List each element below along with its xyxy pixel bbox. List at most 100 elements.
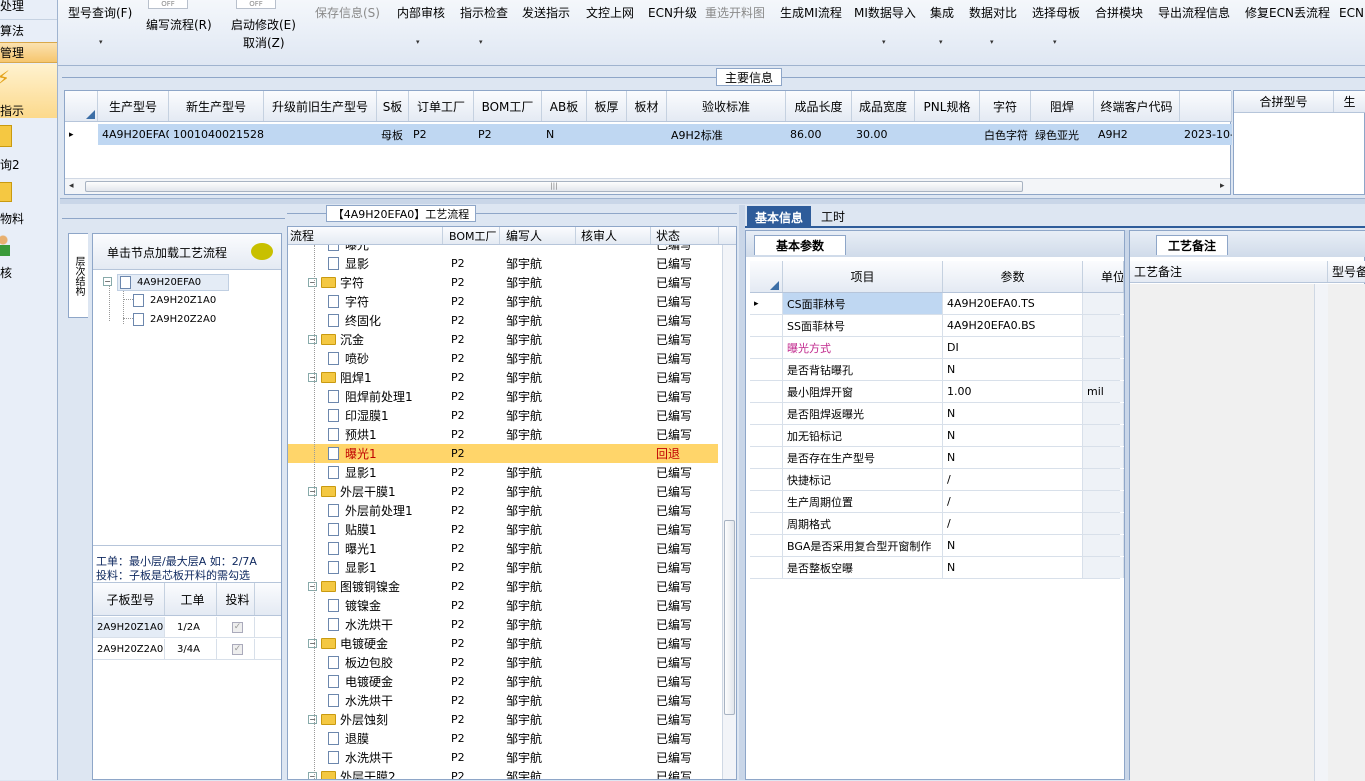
cell-standard[interactable]: A9H2标准 xyxy=(667,124,786,145)
cell-writer[interactable]: 邹宇航 xyxy=(502,311,576,330)
flow-step-name[interactable]: 板边包胶 xyxy=(328,653,443,672)
cell-old-model[interactable] xyxy=(264,124,377,145)
cell-reviewer[interactable] xyxy=(578,387,651,406)
data-compare-button[interactable]: 数据对比 xyxy=(969,4,1017,21)
cell-date[interactable]: 2023-10- xyxy=(1180,124,1232,145)
cell-item[interactable]: 生产周期位置 xyxy=(783,491,943,512)
cell-bom-factory[interactable]: P2 xyxy=(447,729,500,748)
cell-work-order[interactable]: 1/2A xyxy=(165,617,217,637)
tab-basic-info[interactable]: 基本信息 xyxy=(747,206,811,228)
collapse-icon[interactable]: − xyxy=(308,373,317,382)
flow-row[interactable]: 喷砂 P2 邹宇航 已编写 xyxy=(288,349,718,368)
cell-writer[interactable] xyxy=(502,444,576,463)
flow-step-name[interactable]: − 外层蚀刻 xyxy=(308,710,443,729)
model-query-button[interactable]: 型号查询(F) xyxy=(68,4,132,21)
cell-writer[interactable]: 邹宇航 xyxy=(502,748,576,767)
cell-writer[interactable]: 邹宇航 xyxy=(502,729,576,748)
cell-item[interactable]: 快捷标记 xyxy=(783,469,943,490)
cell-bom-factory[interactable]: P2 xyxy=(447,672,500,691)
cell-value[interactable]: N xyxy=(943,535,1083,556)
table-row[interactable]: ▸ CS面菲林号 4A9H20EFA0.TS xyxy=(750,293,1124,315)
flow-step-name[interactable]: 水洗烘干 xyxy=(328,691,443,710)
cell-bom-factory[interactable]: P2 xyxy=(447,520,500,539)
horizontal-splitter[interactable] xyxy=(60,198,1365,204)
cell-status[interactable]: 已编写 xyxy=(652,653,720,672)
table-row[interactable]: 是否背钻曝孔 N xyxy=(750,359,1124,381)
cell-item[interactable]: 加无铅标记 xyxy=(783,425,943,446)
cell-writer[interactable]: 邹宇航 xyxy=(502,710,576,729)
col-header[interactable]: 型号备 xyxy=(1328,261,1365,282)
col-header[interactable]: 新生产型号 xyxy=(169,91,264,121)
chevron-down-icon[interactable]: ▾ xyxy=(939,38,943,46)
toggle-switch[interactable]: OFF xyxy=(236,0,276,9)
flow-row[interactable]: 阻焊前处理1 P2 邹宇航 已编写 xyxy=(288,387,718,406)
collapse-icon[interactable]: − xyxy=(308,278,317,287)
generate-mi-flow-button[interactable]: 生成MI流程 xyxy=(780,4,842,21)
col-header[interactable]: 板厚 xyxy=(587,91,627,121)
flow-row[interactable]: − 电镀硬金 P2 邹宇航 已编写 xyxy=(288,634,718,653)
cell-writer[interactable]: 邹宇航 xyxy=(502,406,576,425)
cell-reviewer[interactable] xyxy=(578,482,651,501)
flow-step-name[interactable]: − 字符 xyxy=(308,273,443,292)
flow-row[interactable]: 水洗烘干 P2 邹宇航 已编写 xyxy=(288,691,718,710)
cell-unit[interactable] xyxy=(1083,359,1124,380)
cell-reviewer[interactable] xyxy=(578,425,651,444)
col-header[interactable]: 状态 xyxy=(651,227,719,244)
nav-item-data-mgmt[interactable]: 据管理 xyxy=(0,42,57,63)
col-header[interactable]: 流程 xyxy=(288,227,443,244)
table-row[interactable]: 曝光方式 DI xyxy=(750,337,1124,359)
cell-bom-factory[interactable]: P2 xyxy=(447,425,500,444)
flow-row[interactable]: 曝光1 P2 回退 xyxy=(288,444,718,463)
cell-item[interactable]: BGA是否采用复合型开窗制作 xyxy=(783,535,943,556)
cell-item[interactable]: 是否背钻曝孔 xyxy=(783,359,943,380)
cell-length[interactable]: 86.00 xyxy=(786,124,852,145)
cell-value[interactable]: 1.00 xyxy=(943,381,1083,402)
cell-writer[interactable]: 邹宇航 xyxy=(502,254,576,273)
load-flow-header[interactable]: 单击节点加载工艺流程 xyxy=(93,234,281,270)
cell-bom-factory[interactable]: P2 xyxy=(447,273,500,292)
cell-status[interactable]: 已编写 xyxy=(652,558,720,577)
cell-reviewer[interactable] xyxy=(578,710,651,729)
cell-writer[interactable]: 邹宇航 xyxy=(502,577,576,596)
cell-unit[interactable] xyxy=(1083,513,1124,534)
cell-value[interactable]: N xyxy=(943,557,1083,578)
flow-step-name[interactable]: 显影1 xyxy=(328,463,443,482)
cell-status[interactable]: 已编写 xyxy=(652,767,720,779)
cell-bom-factory[interactable]: P2 xyxy=(447,767,500,779)
cell-bom-factory[interactable] xyxy=(447,245,500,254)
cell-bom-factory[interactable]: P2 xyxy=(447,349,500,368)
cell-writer[interactable]: 邹宇航 xyxy=(502,292,576,311)
col-header[interactable]: BOM工厂 xyxy=(443,227,500,244)
cell-status[interactable]: 已编写 xyxy=(652,520,720,539)
cell-pnl[interactable] xyxy=(915,124,980,145)
chevron-down-icon[interactable]: ▾ xyxy=(990,38,994,46)
cell-reviewer[interactable] xyxy=(578,691,651,710)
tree-node-child[interactable]: 2A9H20Z2A0 xyxy=(133,311,216,328)
cell-unit[interactable] xyxy=(1083,557,1124,578)
flow-row[interactable]: 镀镍金 P2 邹宇航 已编写 xyxy=(288,596,718,615)
cell-status[interactable]: 已编写 xyxy=(652,539,720,558)
col-header[interactable]: 成品宽度 xyxy=(852,91,915,121)
feed-checkbox[interactable]: ✓ xyxy=(232,643,243,655)
table-row[interactable]: ▸ 4A9H20EFA0 10010400215283 母板 P2 P2 N A… xyxy=(65,124,1232,145)
cell-writer[interactable]: 邹宇航 xyxy=(502,349,576,368)
collapse-icon[interactable]: − xyxy=(308,639,317,648)
flow-step-name[interactable]: − 阻焊1 xyxy=(308,368,443,387)
flow-step-name[interactable]: 退膜 xyxy=(328,729,443,748)
cell-writer[interactable]: 邹宇航 xyxy=(502,767,576,779)
cell-bom-factory[interactable]: P2 xyxy=(474,124,542,145)
cell-solder-mask[interactable]: 绿色亚光 xyxy=(1031,124,1094,145)
flow-step-name[interactable]: 电镀硬金 xyxy=(328,672,443,691)
cell-status[interactable]: 已编写 xyxy=(652,406,720,425)
cell-writer[interactable]: 邹宇航 xyxy=(502,463,576,482)
col-header[interactable]: 投料 xyxy=(217,583,255,615)
cell-work-order[interactable]: 3/4A xyxy=(165,639,217,659)
cell-status[interactable]: 已编写 xyxy=(652,710,720,729)
cell-writer[interactable]: 邹宇航 xyxy=(502,691,576,710)
cell-order-factory[interactable]: P2 xyxy=(409,124,474,145)
flow-row[interactable]: 贴膜1 P2 邹宇航 已编写 xyxy=(288,520,718,539)
model-remark-area[interactable] xyxy=(1328,284,1365,781)
col-header[interactable]: 板材 xyxy=(627,91,667,121)
flow-row[interactable]: − 外层蚀刻 P2 邹宇航 已编写 xyxy=(288,710,718,729)
cell-value[interactable]: / xyxy=(943,491,1083,512)
